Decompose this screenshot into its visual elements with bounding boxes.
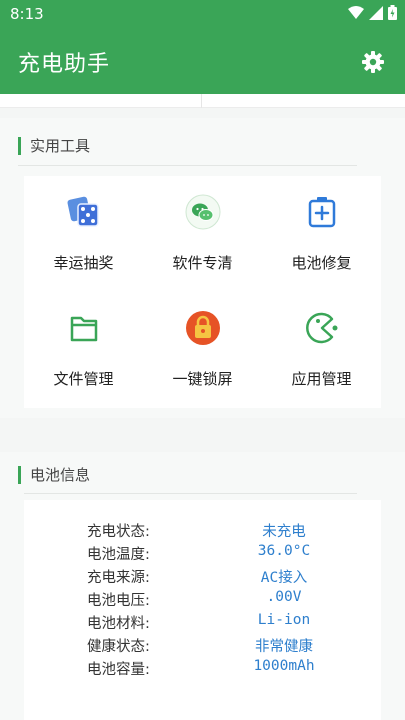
tools-section-header: 实用工具 <box>18 135 90 156</box>
section-divider <box>18 165 357 166</box>
battery-row-key: 电池电压: <box>87 593 150 609</box>
battery-row-key: 健康状态: <box>87 639 150 655</box>
tool-label: 文件管理 <box>53 370 114 388</box>
tool-app-clean[interactable]: 软件专清 <box>143 176 262 292</box>
tool-lock-screen[interactable]: 一键锁屏 <box>143 292 262 408</box>
battery-row-value: 36.0°C <box>257 543 311 559</box>
top-card-divider <box>201 94 202 108</box>
battery-info-card: 充电状态: 未充电 电池温度: 36.0°C 充电来源: AC接入 电池电压: … <box>24 500 381 720</box>
status-bar: 8:13 <box>0 0 405 28</box>
battery-row-voltage: 电池电压: .00V <box>24 589 381 611</box>
battery-row-value: 1000mAh <box>253 658 315 674</box>
wifi-icon <box>348 5 364 19</box>
tool-label: 幸运抽奖 <box>53 254 114 272</box>
wechat-icon <box>185 194 221 230</box>
battery-row-key: 电池温度: <box>87 547 150 563</box>
dice-icon <box>67 196 99 227</box>
section-accent-bar <box>18 465 21 484</box>
battery-status-icon <box>388 5 397 20</box>
battery-row-value: Li-ion <box>257 612 311 628</box>
tool-file-manager[interactable]: 文件管理 <box>24 292 143 408</box>
tool-lucky-draw[interactable]: 幸运抽奖 <box>24 176 143 292</box>
app-title: 充电助手 <box>18 52 111 77</box>
battery-row-key: 充电状态: <box>87 524 150 540</box>
section-divider <box>24 493 357 494</box>
battery-plus-icon <box>308 197 336 228</box>
signal-icon <box>369 5 383 20</box>
app-bar: 充电助手 <box>0 28 405 94</box>
status-time: 8:13 <box>10 5 44 23</box>
tool-battery-repair[interactable]: 电池修复 <box>262 176 381 292</box>
tool-label: 一键锁屏 <box>172 370 233 388</box>
tools-section-title: 实用工具 <box>30 137 91 155</box>
tools-section: 实用工具 幸运抽奖 软件专清 电池修复 文件管理 一键锁屏 应用管理 <box>0 118 405 418</box>
gear-icon[interactable] <box>361 50 385 74</box>
battery-row-health: 健康状态: 非常健康 <box>24 635 381 657</box>
battery-row-value: AC接入 <box>260 570 308 586</box>
status-icons <box>348 5 397 20</box>
battery-section-header: 电池信息 <box>18 464 90 485</box>
battery-row-key: 电池容量: <box>87 662 150 678</box>
battery-row-capacity: 电池容量: 1000mAh <box>24 658 381 680</box>
pacman-icon <box>306 312 338 344</box>
battery-row-value: 未充电 <box>262 524 306 540</box>
lock-icon <box>186 311 220 345</box>
section-accent-bar <box>18 136 21 155</box>
battery-row-value: 非常健康 <box>255 639 313 655</box>
battery-section: 电池信息 充电状态: 未充电 电池温度: 36.0°C 充电来源: AC接入 电… <box>0 452 405 720</box>
folder-icon <box>70 316 98 342</box>
tool-label: 电池修复 <box>291 254 352 272</box>
battery-row-key: 充电来源: <box>87 570 150 586</box>
tool-label: 软件专清 <box>172 254 233 272</box>
battery-row-charge-status: 充电状态: 未充电 <box>24 520 381 542</box>
battery-row-charge-source: 充电来源: AC接入 <box>24 566 381 588</box>
battery-row-material: 电池材料: Li-ion <box>24 612 381 634</box>
tools-grid: 幸运抽奖 软件专清 电池修复 文件管理 一键锁屏 应用管理 <box>24 176 381 408</box>
top-card <box>0 94 405 108</box>
battery-row-value: .00V <box>266 589 302 605</box>
tool-app-manager[interactable]: 应用管理 <box>262 292 381 408</box>
battery-section-title: 电池信息 <box>30 466 91 484</box>
battery-row-key: 电池材料: <box>87 616 150 632</box>
battery-row-temperature: 电池温度: 36.0°C <box>24 543 381 565</box>
tool-label: 应用管理 <box>291 370 352 388</box>
